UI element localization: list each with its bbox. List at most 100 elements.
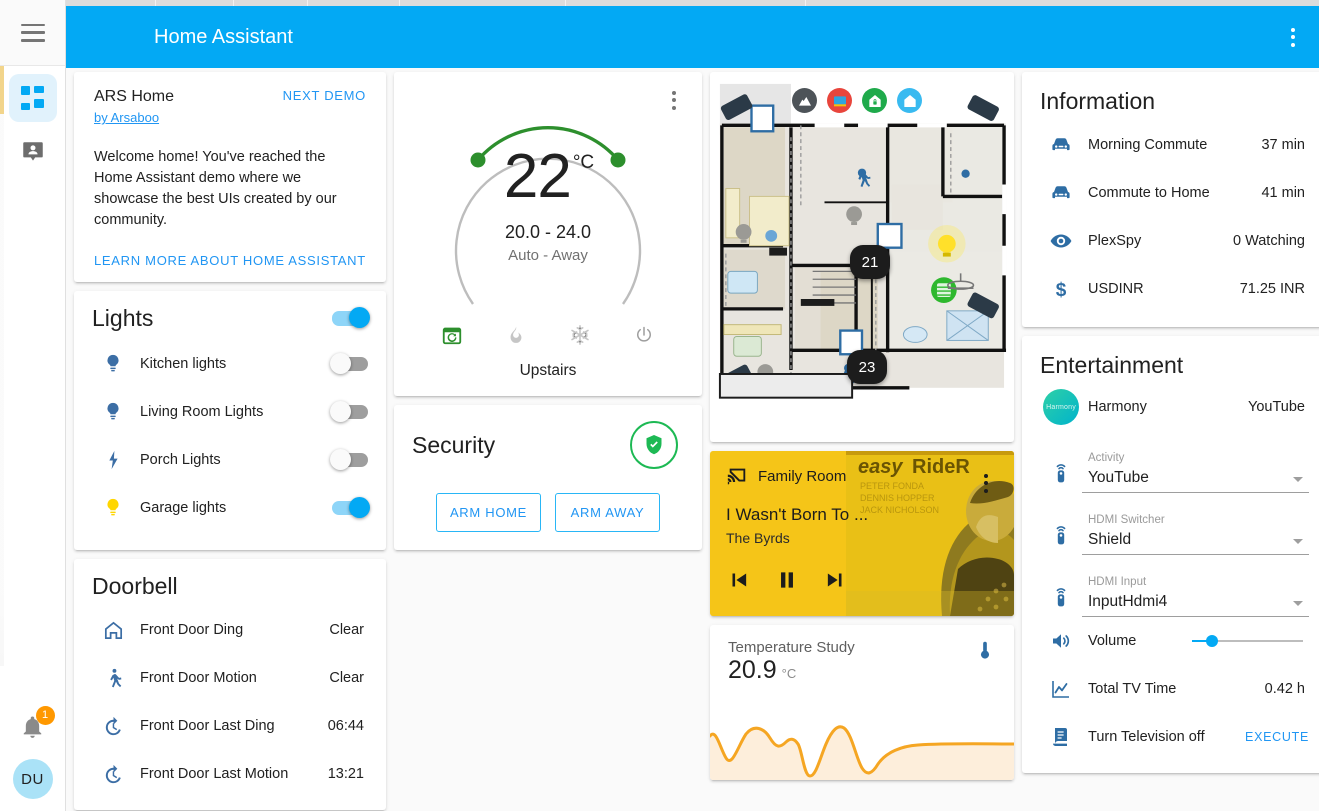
notification-badge: 1	[35, 706, 55, 725]
hdmi-input-select-row[interactable]: HDMI Input InputHdmi4	[1040, 555, 1309, 617]
script-row[interactable]: Turn Television off EXECUTE	[1040, 713, 1309, 761]
list-item[interactable]: Kitchen lights	[92, 340, 368, 388]
thermostat-readout: 22 °C 20.0 - 24.0 Auto - Away	[425, 146, 671, 265]
activity-select-row[interactable]: Activity YouTube	[1040, 431, 1309, 493]
lights-card: Lights Kitchen lights Living Room Lights…	[74, 291, 386, 550]
entertainment-title: Entertainment	[1040, 352, 1184, 378]
thermostat-unit: °C	[572, 152, 595, 173]
security-card: Security ARM HOME ARM AWAY	[394, 405, 702, 550]
select-value: Shield	[1088, 531, 1132, 548]
app-header: Home Assistant	[66, 6, 1319, 68]
arm-home-button[interactable]: ARM HOME	[436, 493, 541, 532]
list-item[interactable]: Front Door Ding Clear	[92, 606, 368, 654]
list-item-value: Clear	[329, 622, 364, 638]
avatar[interactable]: DU	[12, 759, 53, 799]
list-item[interactable]: Living Room Lights	[92, 388, 368, 436]
home-lock-icon[interactable]	[862, 88, 887, 113]
list-item[interactable]: Commute to Home 41 min	[1040, 169, 1309, 217]
entertainment-card: Entertainment Harmony Harmony YouTube Ac…	[1022, 336, 1319, 773]
remote-icon	[1040, 585, 1082, 617]
thermostat-dial[interactable]: 22 °C 20.0 - 24.0 Auto - Away	[425, 90, 671, 326]
home-icon[interactable]	[897, 88, 922, 113]
list-item-value: 41 min	[1261, 185, 1305, 201]
media-controls	[726, 567, 998, 602]
chevron-down-icon[interactable]	[1293, 477, 1303, 482]
thermostat-target-range: 20.0 - 24.0	[504, 222, 592, 242]
hdmi-switcher-select[interactable]: HDMI Switcher Shield	[1082, 514, 1309, 555]
notifications-button[interactable]: 1	[13, 706, 55, 747]
volume-row[interactable]: Volume	[1040, 617, 1309, 665]
chevron-down-icon[interactable]	[1293, 601, 1303, 606]
security-status-badge[interactable]	[630, 421, 678, 469]
welcome-author-link[interactable]: by Arsaboo	[94, 110, 159, 125]
next-demo-button[interactable]: NEXT DEMO	[283, 88, 366, 103]
list-item-value: 0 Watching	[1233, 233, 1305, 249]
list-item[interactable]: Porch Lights	[92, 436, 368, 484]
list-item[interactable]: $ USDINR 71.25 INR	[1040, 265, 1309, 313]
lights-title: Lights	[92, 305, 154, 331]
list-item[interactable]: Front Door Last Motion 13:21	[92, 750, 368, 798]
hamburger-icon[interactable]	[20, 23, 45, 42]
list-item-label: Front Door Ding	[140, 622, 244, 638]
thermostat-pill-value: 21	[861, 253, 879, 271]
select-label: HDMI Switcher	[1088, 514, 1165, 526]
light-toggle-living-room[interactable]	[330, 401, 368, 422]
remote-icon	[1040, 523, 1082, 555]
learn-more-link[interactable]: LEARN MORE ABOUT HOME ASSISTANT	[94, 253, 366, 268]
script-icon	[1040, 725, 1082, 749]
list-item-label: Harmony	[1088, 399, 1147, 415]
alarm-mountain-icon[interactable]	[792, 88, 817, 113]
hdmi-switcher-select-row[interactable]: HDMI Switcher Shield	[1040, 493, 1309, 555]
list-item[interactable]: Front Door Last Ding 06:44	[92, 702, 368, 750]
security-actions: ARM HOME ARM AWAY	[412, 493, 684, 532]
list-item[interactable]: Morning Commute 37 min	[1040, 121, 1309, 169]
list-item[interactable]: Garage lights	[92, 484, 370, 532]
skip-previous-icon[interactable]	[726, 567, 752, 598]
floorplan-thermostat-upper[interactable]: 21	[850, 245, 890, 279]
column-3: 21 23 easy RideR PETER FONDA DENNIS HOPP…	[710, 72, 1014, 811]
sidebar-footer: 1 DU	[0, 706, 65, 811]
sidebar-item-overview[interactable]	[8, 74, 57, 122]
list-item-label: Morning Commute	[1088, 137, 1208, 153]
sensor-sparkline	[710, 725, 1014, 780]
list-item[interactable]: PlexSpy 0 Watching	[1040, 217, 1309, 265]
list-item-value: 13:21	[327, 766, 364, 782]
execute-button[interactable]: EXECUTE	[1245, 730, 1309, 744]
floorplan-card: 21 23	[710, 72, 1014, 442]
harmony-avatar-text: Harmony	[1046, 403, 1076, 411]
light-toggle-kitchen[interactable]	[330, 353, 368, 374]
information-title: Information	[1040, 88, 1156, 114]
list-item-label: Kitchen lights	[140, 356, 227, 372]
pause-icon[interactable]	[774, 567, 800, 598]
floorplan-thermostat-lower[interactable]: 23	[847, 350, 887, 384]
lights-master-toggle[interactable]	[332, 307, 370, 328]
thermostat-pill-value: 23	[858, 358, 876, 376]
list-item-label: Garage lights	[140, 500, 227, 516]
tv-icon[interactable]	[827, 88, 852, 113]
column-4: Information Morning Commute 37 min Commu…	[1022, 72, 1319, 811]
list-item[interactable]: Total TV Time 0.42 h	[1040, 665, 1309, 713]
header-kebab-menu-icon[interactable]	[1275, 19, 1311, 55]
chevron-down-icon[interactable]	[1293, 539, 1303, 544]
list-item-label: Living Room Lights	[140, 404, 264, 420]
media-kebab-menu-icon[interactable]	[968, 465, 1004, 501]
volume-slider[interactable]	[1192, 635, 1309, 647]
page-title: Home Assistant	[154, 25, 293, 48]
light-toggle-garage[interactable]	[332, 497, 370, 518]
light-toggle-porch[interactable]	[330, 449, 368, 470]
floorplan-stage: 21 23	[714, 78, 1010, 438]
power-icon	[637, 326, 651, 342]
list-item-label: PlexSpy	[1088, 233, 1142, 249]
list-item-value: 06:44	[327, 718, 364, 734]
volume-slider-thumb[interactable]	[1205, 635, 1218, 647]
select-label: HDMI Input	[1088, 576, 1147, 588]
list-item[interactable]: Harmony Harmony YouTube	[1040, 383, 1309, 431]
list-item[interactable]: Front Door Motion Clear	[92, 654, 368, 702]
sidebar-item-map[interactable]	[9, 128, 57, 176]
welcome-body: Welcome home! You've reached the Home As…	[94, 149, 337, 228]
hdmi-input-select[interactable]: HDMI Input InputHdmi4	[1082, 576, 1309, 617]
activity-select[interactable]: Activity YouTube	[1082, 452, 1309, 493]
welcome-name: ARS Home	[94, 88, 175, 105]
skip-next-icon[interactable]	[822, 567, 848, 598]
arm-away-button[interactable]: ARM AWAY	[555, 493, 660, 532]
